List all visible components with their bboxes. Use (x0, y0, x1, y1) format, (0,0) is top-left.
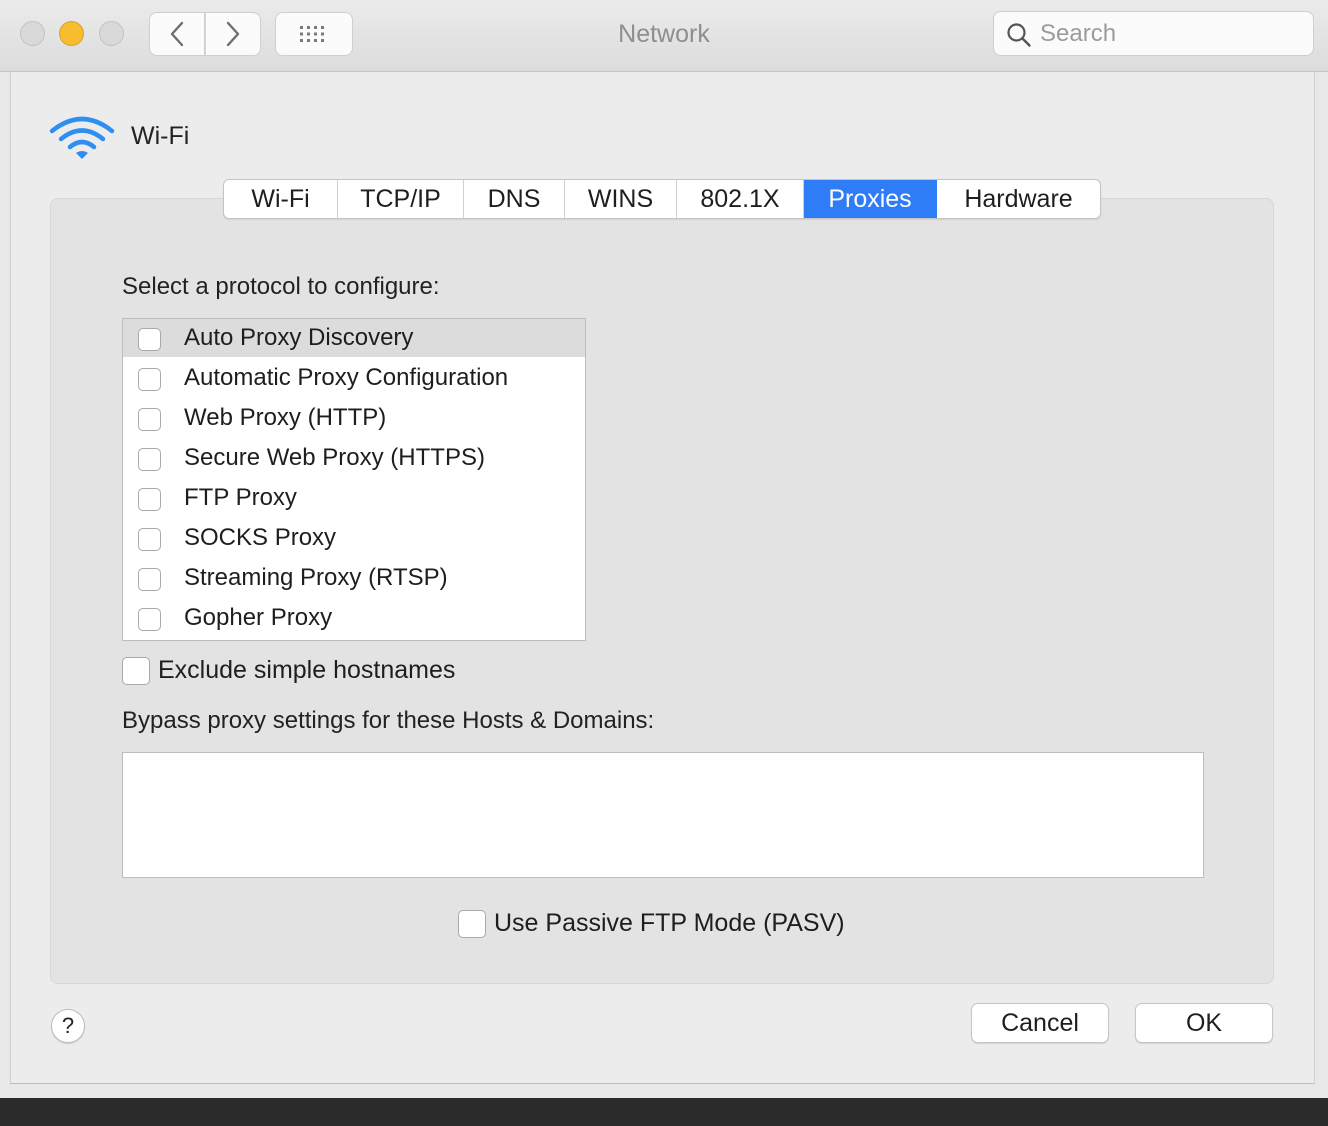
bypass-label: Bypass proxy settings for these Hosts & … (122, 707, 655, 734)
tab-dns[interactable]: DNS (464, 180, 565, 218)
web-proxy-http-checkbox[interactable] (138, 408, 161, 431)
help-button[interactable]: ? (51, 1009, 85, 1043)
protocol-label: Web Proxy (HTTP) (184, 404, 387, 431)
close-window-button[interactable] (20, 21, 45, 46)
tab-hardware[interactable]: Hardware (937, 180, 1100, 218)
wifi-icon (49, 116, 115, 159)
protocol-row-web-proxy-http[interactable]: Web Proxy (HTTP) (123, 399, 585, 437)
protocol-row-automatic-proxy-configuration[interactable]: Automatic Proxy Configuration (123, 359, 585, 397)
bypass-hosts-textarea[interactable] (122, 752, 1204, 878)
back-button[interactable] (149, 12, 205, 56)
zoom-window-button[interactable] (99, 21, 124, 46)
search-icon (1007, 23, 1031, 47)
protocol-row-gopher-proxy[interactable]: Gopher Proxy (123, 599, 585, 637)
forward-button[interactable] (205, 12, 261, 56)
exclude-simple-hostnames-checkbox[interactable] (122, 657, 150, 685)
streaming-proxy-rtsp-checkbox[interactable] (138, 568, 161, 591)
chevron-right-icon (226, 21, 240, 47)
tab-tcpip[interactable]: TCP/IP (338, 180, 464, 218)
cancel-button[interactable]: Cancel (971, 1003, 1109, 1043)
protocol-label: Secure Web Proxy (HTTPS) (184, 444, 485, 471)
grid-icon (300, 26, 324, 42)
socks-proxy-checkbox[interactable] (138, 528, 161, 551)
ok-button[interactable]: OK (1135, 1003, 1273, 1043)
title-bar: Network (0, 0, 1328, 72)
ftp-proxy-checkbox[interactable] (138, 488, 161, 511)
window-title: Network (618, 20, 710, 48)
secure-web-proxy-https-checkbox[interactable] (138, 448, 161, 471)
minimize-window-button[interactable] (59, 21, 84, 46)
desktop-background (0, 1098, 1328, 1126)
passive-ftp-label: Use Passive FTP Mode (PASV) (494, 909, 845, 937)
protocol-row-ftp-proxy[interactable]: FTP Proxy (123, 479, 585, 517)
tab-wifi[interactable]: Wi-Fi (224, 180, 338, 218)
protocol-row-socks-proxy[interactable]: SOCKS Proxy (123, 519, 585, 557)
protocol-label: Auto Proxy Discovery (184, 324, 414, 351)
protocol-row-secure-web-proxy-https[interactable]: Secure Web Proxy (HTTPS) (123, 439, 585, 477)
protocol-label: FTP Proxy (184, 484, 297, 511)
tab-wins[interactable]: WINS (565, 180, 677, 218)
protocol-label: SOCKS Proxy (184, 524, 337, 551)
gopher-proxy-checkbox[interactable] (138, 608, 161, 631)
tab-proxies[interactable]: Proxies (804, 180, 937, 218)
search-input[interactable] (1038, 18, 1302, 50)
interface-name: Wi-Fi (131, 122, 190, 150)
passive-ftp-checkbox[interactable] (458, 910, 486, 938)
protocol-row-streaming-proxy-rtsp[interactable]: Streaming Proxy (RTSP) (123, 559, 585, 597)
chevron-left-icon (170, 21, 184, 47)
tab-bar: Wi-Fi TCP/IP DNS WINS 802.1X Proxies Har… (223, 179, 1101, 219)
protocol-row-auto-proxy-discovery[interactable]: Auto Proxy Discovery (123, 319, 585, 357)
exclude-simple-hostnames-label: Exclude simple hostnames (158, 656, 456, 684)
automatic-proxy-configuration-checkbox[interactable] (138, 368, 161, 391)
show-all-button[interactable] (275, 12, 353, 56)
select-protocol-label: Select a protocol to configure: (122, 273, 440, 300)
protocol-label: Automatic Proxy Configuration (184, 364, 509, 391)
network-preferences-window: Network Wi-Fi Wi-Fi TCP/IP DNS WINS 802.… (0, 0, 1328, 1098)
protocol-label: Streaming Proxy (RTSP) (184, 564, 448, 591)
protocol-list: Auto Proxy Discovery Automatic Proxy Con… (122, 318, 586, 641)
protocol-label: Gopher Proxy (184, 604, 333, 631)
tab-8021x[interactable]: 802.1X (677, 180, 804, 218)
auto-proxy-discovery-checkbox[interactable] (138, 328, 161, 351)
search-field[interactable] (993, 11, 1314, 56)
